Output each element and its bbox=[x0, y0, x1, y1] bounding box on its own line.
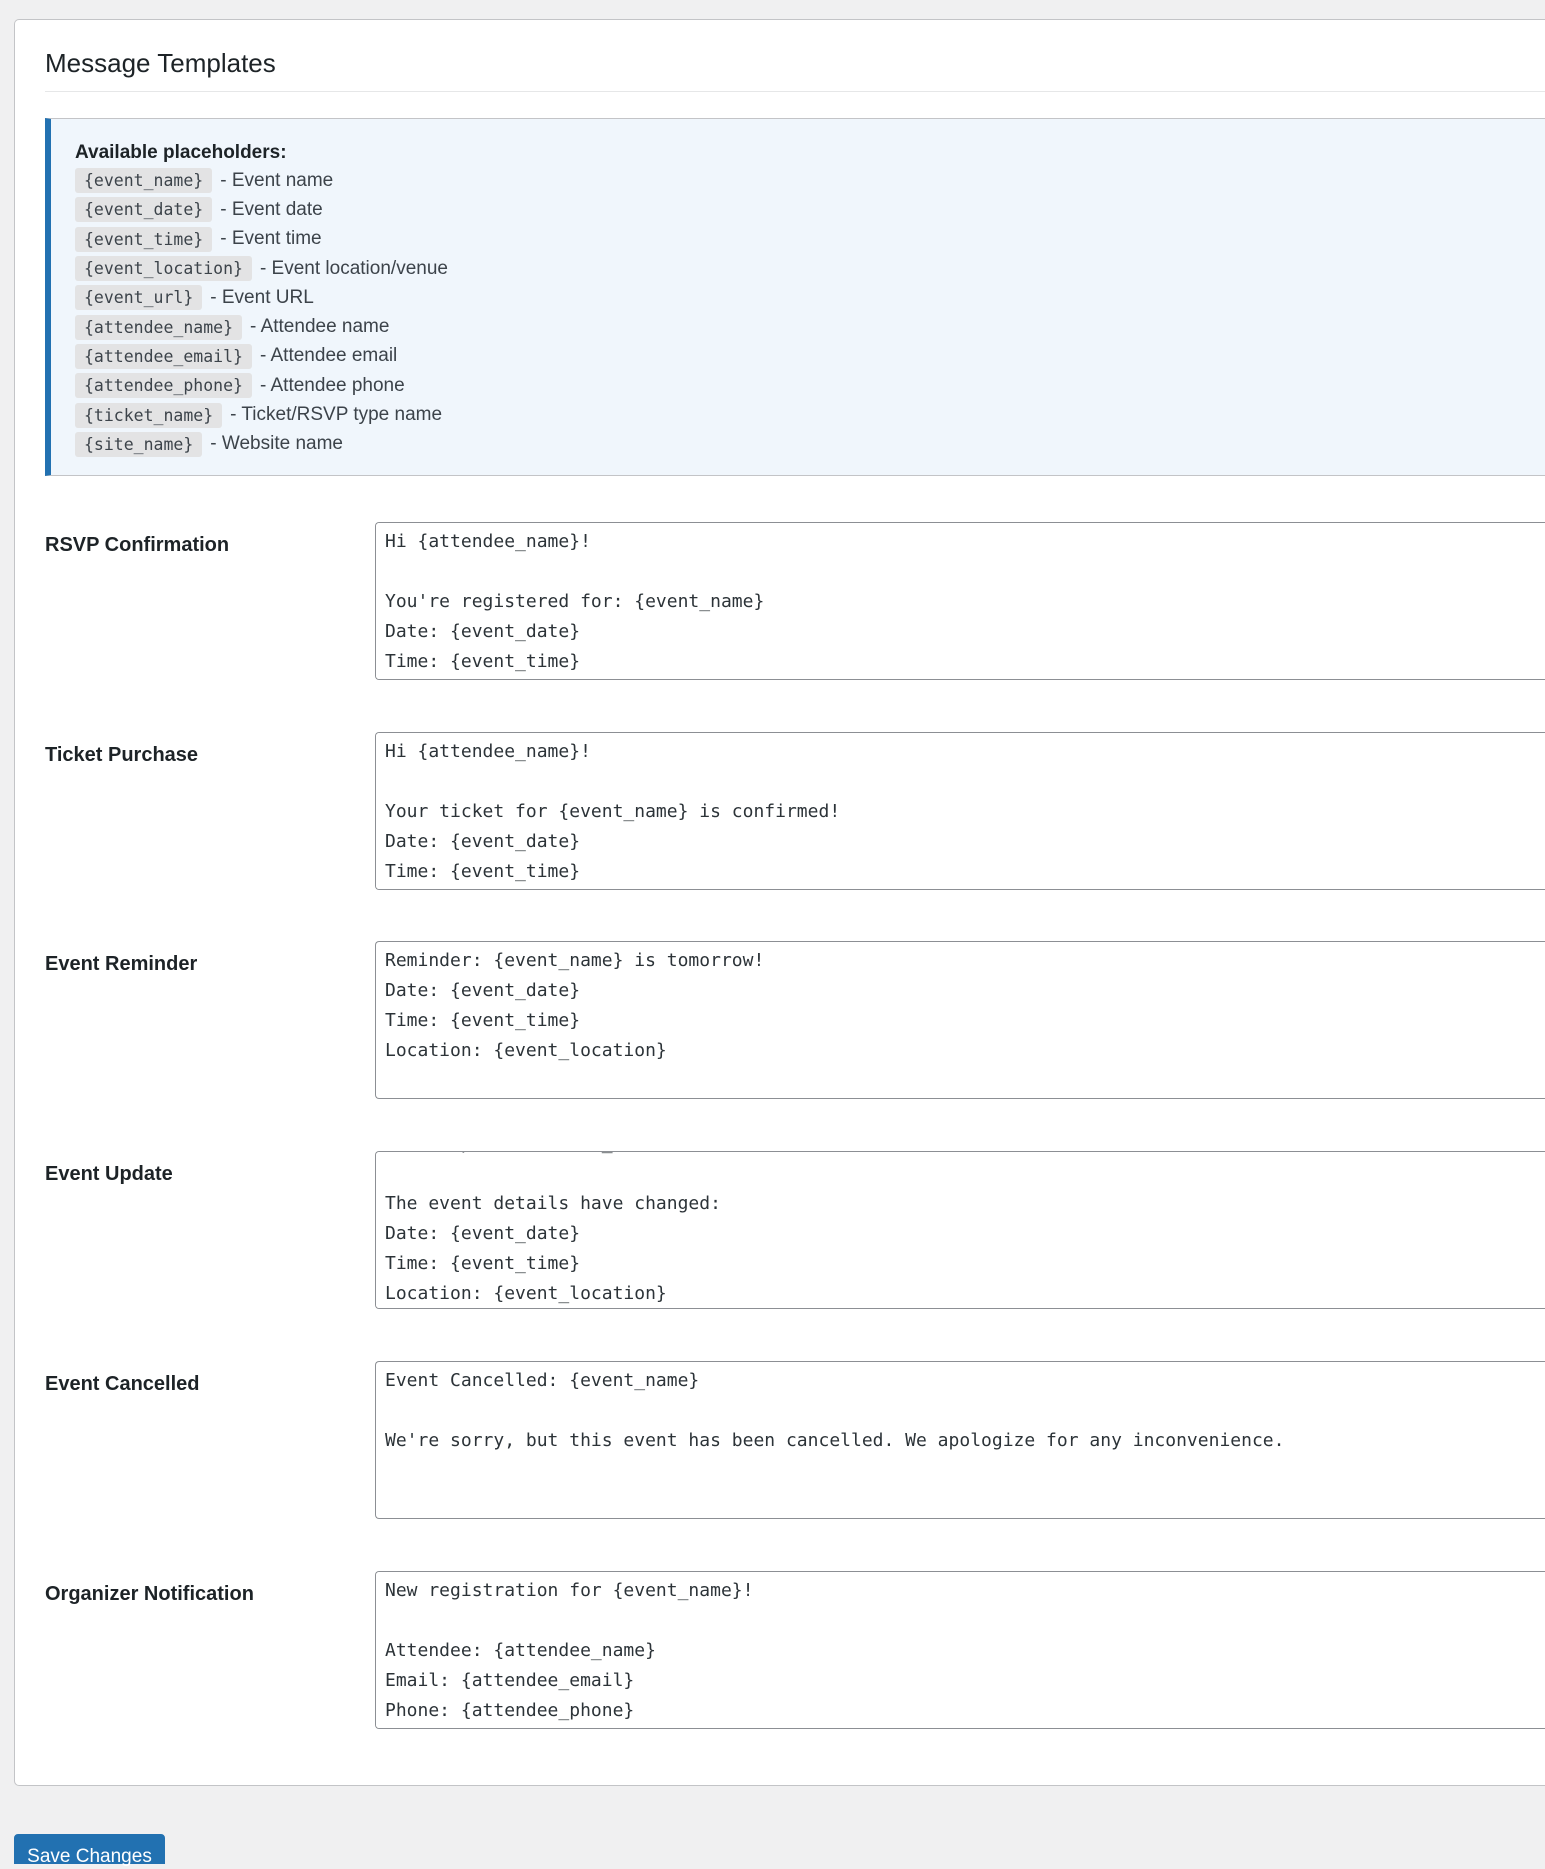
placeholder-item: {attendee_email} - Attendee email bbox=[75, 342, 1545, 371]
placeholder-desc: - Website name bbox=[210, 433, 343, 455]
template-label: Ticket Purchase bbox=[45, 744, 199, 766]
placeholder-desc: - Attendee name bbox=[250, 316, 390, 338]
event-cancelled-textarea[interactable]: Event Cancelled: {event_name} We're sorr… bbox=[375, 1361, 1545, 1519]
event-update-textarea[interactable]: Event Update: {event_name} The event det… bbox=[375, 1151, 1545, 1309]
template-rsvp-confirmation: RSVP Confirmation Hi {attendee_name}! Yo… bbox=[45, 522, 1545, 682]
placeholder-item: {event_url} - Event URL bbox=[75, 283, 1545, 312]
title-divider bbox=[45, 91, 1545, 92]
placeholder-code: {attendee_name} bbox=[75, 314, 243, 340]
placeholder-code: {event_location} bbox=[75, 256, 252, 282]
organizer-notification-textarea[interactable]: New registration for {event_name}! Atten… bbox=[375, 1571, 1545, 1729]
placeholder-item: {event_time} - Event time bbox=[75, 225, 1545, 254]
placeholder-desc: - Event URL bbox=[210, 286, 314, 308]
template-event-update: Event Update Event Update: {event_name} … bbox=[45, 1151, 1545, 1311]
template-label: Event Cancelled bbox=[45, 1373, 200, 1395]
placeholder-desc: - Attendee email bbox=[259, 345, 398, 367]
placeholders-heading: Available placeholders: bbox=[75, 142, 287, 163]
template-label: Event Reminder bbox=[45, 953, 198, 975]
placeholder-desc: - Event name bbox=[220, 169, 334, 191]
placeholder-desc: - Event date bbox=[220, 198, 323, 220]
placeholder-code: {attendee_phone} bbox=[75, 373, 252, 399]
page-title: Message Templates bbox=[45, 48, 276, 78]
placeholder-code: {event_name} bbox=[75, 168, 213, 194]
placeholder-item: {event_name} - Event name bbox=[75, 166, 1545, 195]
placeholder-item: {attendee_phone} - Attendee phone bbox=[75, 371, 1545, 400]
placeholder-item: {site_name} - Website name bbox=[75, 430, 1545, 459]
save-changes-button[interactable]: Save Changes bbox=[14, 1834, 165, 1867]
rsvp-confirmation-textarea[interactable]: Hi {attendee_name}! You're registered fo… bbox=[375, 522, 1545, 680]
placeholder-item: {ticket_name} - Ticket/RSVP type name bbox=[75, 400, 1545, 429]
placeholder-code: {site_name} bbox=[75, 431, 203, 457]
template-ticket-purchase: Ticket Purchase Hi {attendee_name}! Your… bbox=[45, 732, 1545, 892]
placeholder-item: {attendee_name} - Attendee name bbox=[75, 312, 1545, 341]
placeholder-code: {event_url} bbox=[75, 285, 203, 311]
placeholder-code: {event_date} bbox=[75, 197, 213, 223]
template-organizer-notification: Organizer Notification New registration … bbox=[45, 1571, 1545, 1731]
template-label: Event Update bbox=[45, 1163, 173, 1185]
placeholders-notice: Available placeholders: {event_name} - Ev… bbox=[45, 118, 1545, 476]
event-reminder-textarea[interactable]: Reminder: {event_name} is tomorrow! Date… bbox=[375, 941, 1545, 1099]
template-event-cancelled: Event Cancelled Event Cancelled: {event_… bbox=[45, 1361, 1545, 1521]
placeholder-desc: - Ticket/RSVP type name bbox=[230, 404, 443, 426]
placeholder-item: {event_date} - Event date bbox=[75, 195, 1545, 224]
template-event-reminder: Event Reminder Reminder: {event_name} is… bbox=[45, 941, 1545, 1101]
placeholder-desc: - Attendee phone bbox=[259, 374, 405, 396]
placeholder-desc: - Event location/venue bbox=[259, 257, 448, 279]
placeholder-code: {ticket_name} bbox=[75, 402, 223, 428]
placeholder-item: {event_location} - Event location/venue bbox=[75, 254, 1545, 283]
placeholder-code: {attendee_email} bbox=[75, 343, 252, 369]
template-label: RSVP Confirmation bbox=[45, 534, 230, 556]
template-label: Organizer Notification bbox=[45, 1583, 254, 1605]
placeholder-desc: - Event time bbox=[220, 228, 322, 250]
ticket-purchase-textarea[interactable]: Hi {attendee_name}! Your ticket for {eve… bbox=[375, 732, 1545, 890]
placeholder-code: {event_time} bbox=[75, 226, 213, 252]
